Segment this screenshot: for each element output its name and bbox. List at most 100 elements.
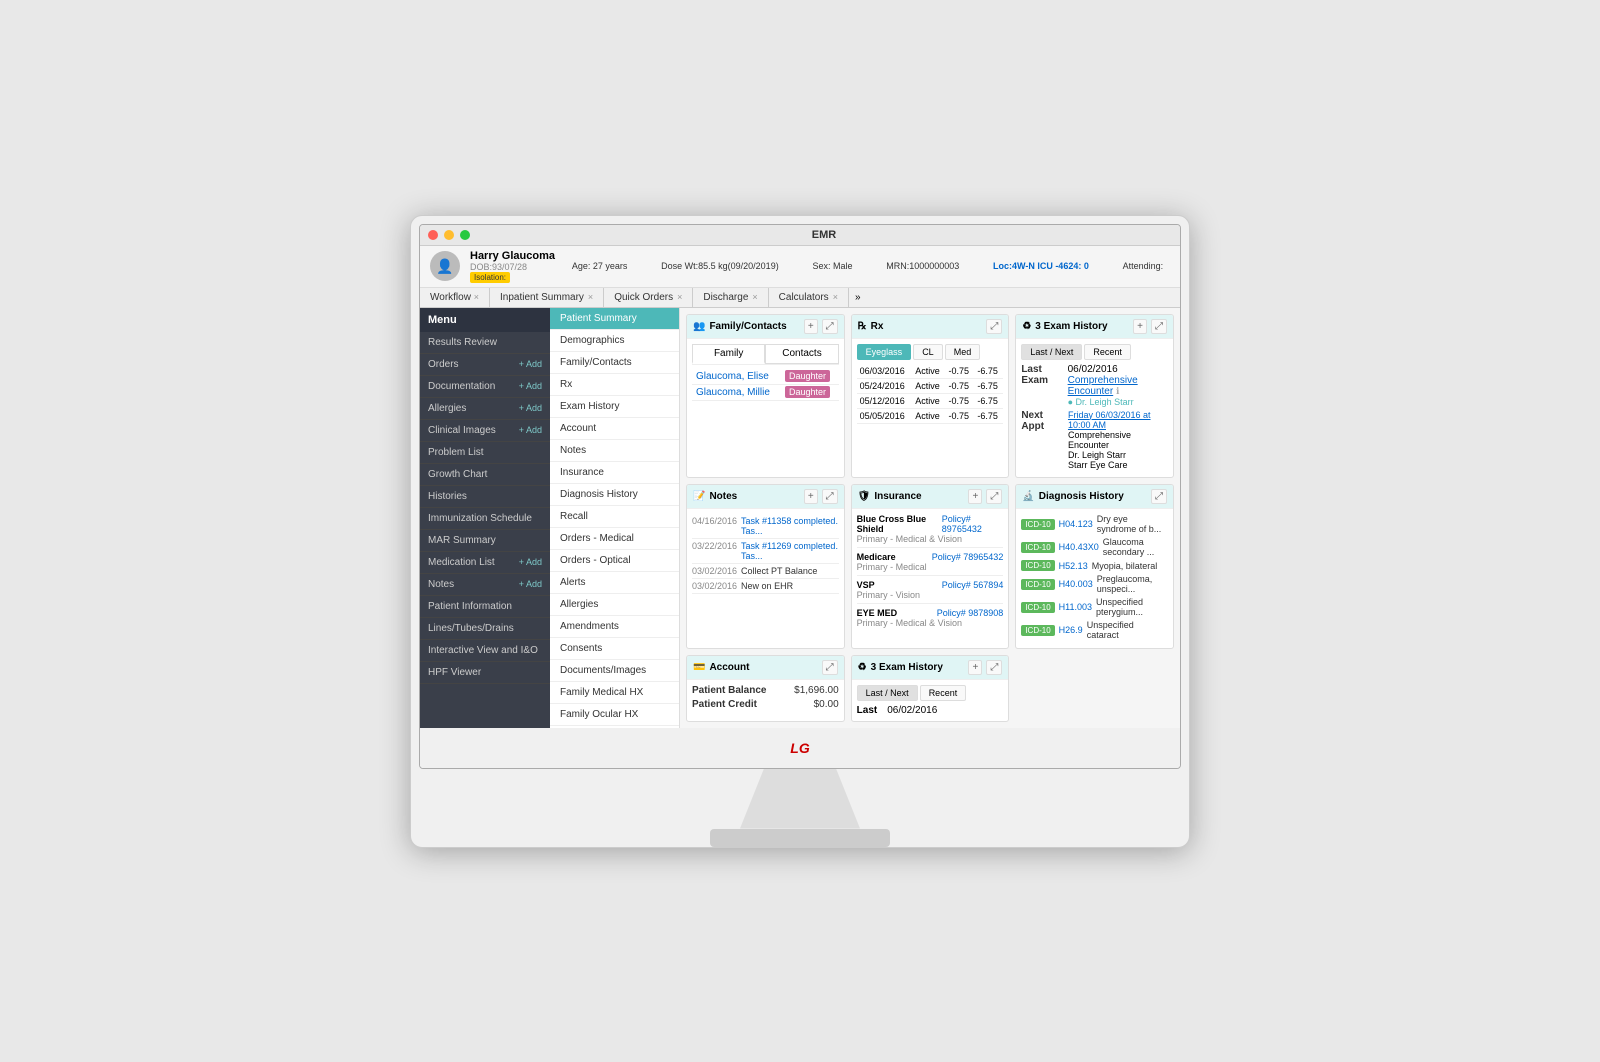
nav-exam-history[interactable]: Exam History	[550, 396, 679, 418]
clinical-images-add-btn[interactable]: + Add	[519, 425, 542, 435]
nav-family-contacts[interactable]: Family/Contacts	[550, 352, 679, 374]
icd-badge-3: ICD-10	[1021, 579, 1054, 590]
notes-header: 📝 Notes + ⤢	[687, 485, 844, 509]
table-row: Glaucoma, Millie Daughter	[692, 384, 839, 400]
notes-expand-btn[interactable]: ⤢	[822, 489, 838, 504]
nav-family-ocular-hx[interactable]: Family Ocular HX	[550, 704, 679, 726]
family-tab-family[interactable]: Family	[692, 344, 765, 364]
note-text-1[interactable]: Task #11269 completed. Tas...	[741, 541, 839, 561]
icd-code-2[interactable]: H52.13	[1059, 561, 1088, 571]
tab-inpatient-summary[interactable]: Inpatient Summary ×	[490, 288, 604, 307]
sidebar-item-orders[interactable]: Orders + Add	[420, 354, 550, 376]
family-contacts-add-btn[interactable]: +	[804, 319, 818, 334]
nav-amendments[interactable]: Amendments	[550, 616, 679, 638]
tab-close-discharge[interactable]: ×	[752, 292, 757, 302]
tab-close-quick-orders[interactable]: ×	[677, 292, 682, 302]
exam-tab-last-next-top[interactable]: Last / Next	[1021, 344, 1082, 360]
exam-tab-recent-top[interactable]: Recent	[1084, 344, 1131, 360]
family-member-name-1[interactable]: Glaucoma, Millie	[692, 384, 781, 400]
icd-code-1[interactable]: H40.43X0	[1059, 542, 1099, 552]
nav-recall[interactable]: Recall	[550, 506, 679, 528]
sidebar-item-mar[interactable]: MAR Summary	[420, 530, 550, 552]
documentation-add-btn[interactable]: + Add	[519, 381, 542, 391]
sidebar-item-growth-chart[interactable]: Growth Chart	[420, 464, 550, 486]
diagnosis-expand-btn[interactable]: ⤢	[1151, 489, 1167, 504]
rx-tab-cl[interactable]: CL	[913, 344, 943, 360]
account-expand-btn[interactable]: ⤢	[822, 660, 838, 675]
exam-history-top-add-btn[interactable]: +	[1133, 319, 1147, 334]
nav-insurance[interactable]: Insurance	[550, 462, 679, 484]
sidebar-item-clinical-images[interactable]: Clinical Images + Add	[420, 420, 550, 442]
notes-add-btn[interactable]: + Add	[519, 579, 542, 589]
family-tab-contacts[interactable]: Contacts	[765, 344, 838, 364]
orders-add-btn[interactable]: + Add	[519, 359, 542, 369]
tab-more[interactable]: »	[849, 288, 867, 307]
family-table: Glaucoma, Elise Daughter Glaucoma, Milli…	[692, 369, 839, 401]
maximize-button[interactable]	[460, 230, 470, 240]
rx-tab-eyeglass[interactable]: Eyeglass	[857, 344, 912, 360]
exam-history-top-expand-btn[interactable]: ⤢	[1151, 319, 1167, 334]
sidebar-item-immunization[interactable]: Immunization Schedule	[420, 508, 550, 530]
tab-close-inpatient[interactable]: ×	[588, 292, 593, 302]
exam-history-bottom-add-btn[interactable]: +	[968, 660, 982, 675]
icd-code-5[interactable]: H26.9	[1059, 625, 1083, 635]
sidebar-item-documentation[interactable]: Documentation + Add	[420, 376, 550, 398]
sidebar-item-interactive-view[interactable]: Interactive View and I&O	[420, 640, 550, 662]
nav-demographics[interactable]: Demographics	[550, 330, 679, 352]
nav-family-medical-hx[interactable]: Family Medical HX	[550, 682, 679, 704]
nav-documents-images[interactable]: Documents/Images	[550, 660, 679, 682]
rx-expand-btn[interactable]: ⤢	[986, 319, 1002, 334]
tab-discharge[interactable]: Discharge ×	[693, 288, 768, 307]
nav-patient-summary[interactable]: Patient Summary	[550, 308, 679, 330]
exam-history-top-title: ♻ 3 Exam History	[1022, 321, 1107, 332]
insurance-expand-btn[interactable]: ⤢	[986, 489, 1002, 504]
sidebar-item-results-review[interactable]: Results Review	[420, 332, 550, 354]
nav-orders-medical[interactable]: Orders - Medical	[550, 528, 679, 550]
icd-code-3[interactable]: H40.003	[1059, 579, 1093, 589]
nav-allergies[interactable]: Allergies	[550, 594, 679, 616]
sidebar-item-hpf-viewer[interactable]: HPF Viewer	[420, 662, 550, 684]
exam-history-bottom-actions: + ⤢	[968, 660, 1002, 675]
nav-rx[interactable]: Rx	[550, 374, 679, 396]
tab-workflow[interactable]: Workflow ×	[420, 288, 490, 307]
insurance-add-btn[interactable]: +	[968, 489, 982, 504]
minimize-button[interactable]	[444, 230, 454, 240]
next-appt-date[interactable]: Friday 06/03/2016 at 10:00 AM	[1068, 410, 1168, 430]
tab-calculators[interactable]: Calculators ×	[769, 288, 849, 307]
medication-add-btn[interactable]: + Add	[519, 557, 542, 567]
sidebar-item-medication-list[interactable]: Medication List + Add	[420, 552, 550, 574]
account-actions: ⤢	[822, 660, 838, 675]
tab-close-workflow[interactable]: ×	[474, 292, 479, 302]
allergies-add-btn[interactable]: + Add	[519, 403, 542, 413]
sidebar-item-problem-list[interactable]: Problem List	[420, 442, 550, 464]
tab-close-calculators[interactable]: ×	[833, 292, 838, 302]
nav-orders-optical[interactable]: Orders - Optical	[550, 550, 679, 572]
sidebar-item-lines-tubes[interactable]: Lines/Tubes/Drains	[420, 618, 550, 640]
exam-tab-last-next-bottom[interactable]: Last / Next	[857, 685, 918, 701]
family-member-name-0[interactable]: Glaucoma, Elise	[692, 369, 781, 385]
family-contacts-expand-btn[interactable]: ⤢	[822, 319, 838, 334]
nav-notes[interactable]: Notes	[550, 440, 679, 462]
note-text-0[interactable]: Task #11358 completed. Tas...	[741, 516, 839, 536]
last-exam-encounter[interactable]: Comprehensive Encounter ℹ	[1068, 375, 1168, 397]
tab-quick-orders[interactable]: Quick Orders ×	[604, 288, 693, 307]
close-button[interactable]	[428, 230, 438, 240]
nav-consents[interactable]: Consents	[550, 638, 679, 660]
account-body: Patient Balance $1,696.00 Patient Credit…	[687, 680, 844, 718]
nav-account[interactable]: Account	[550, 418, 679, 440]
family-contacts-header: 👥 Family/Contacts + ⤢	[687, 315, 844, 339]
rx-val1-2: -0.75	[946, 393, 975, 408]
exam-history-bottom-expand-btn[interactable]: ⤢	[986, 660, 1002, 675]
icd-code-4[interactable]: H11.003	[1059, 602, 1092, 612]
sidebar-item-allergies[interactable]: Allergies + Add	[420, 398, 550, 420]
notes-add-btn-card[interactable]: +	[804, 489, 818, 504]
sidebar-item-patient-information[interactable]: Patient Information	[420, 596, 550, 618]
exam-tab-recent-bottom[interactable]: Recent	[920, 685, 967, 701]
sidebar-item-notes[interactable]: Notes + Add	[420, 574, 550, 596]
rx-body: Eyeglass CL Med 06/03/2016	[852, 339, 1009, 429]
nav-diagnosis-history[interactable]: Diagnosis History	[550, 484, 679, 506]
rx-tab-med[interactable]: Med	[945, 344, 981, 360]
icd-code-0[interactable]: H04.123	[1059, 519, 1093, 529]
sidebar-item-histories[interactable]: Histories	[420, 486, 550, 508]
nav-alerts[interactable]: Alerts	[550, 572, 679, 594]
